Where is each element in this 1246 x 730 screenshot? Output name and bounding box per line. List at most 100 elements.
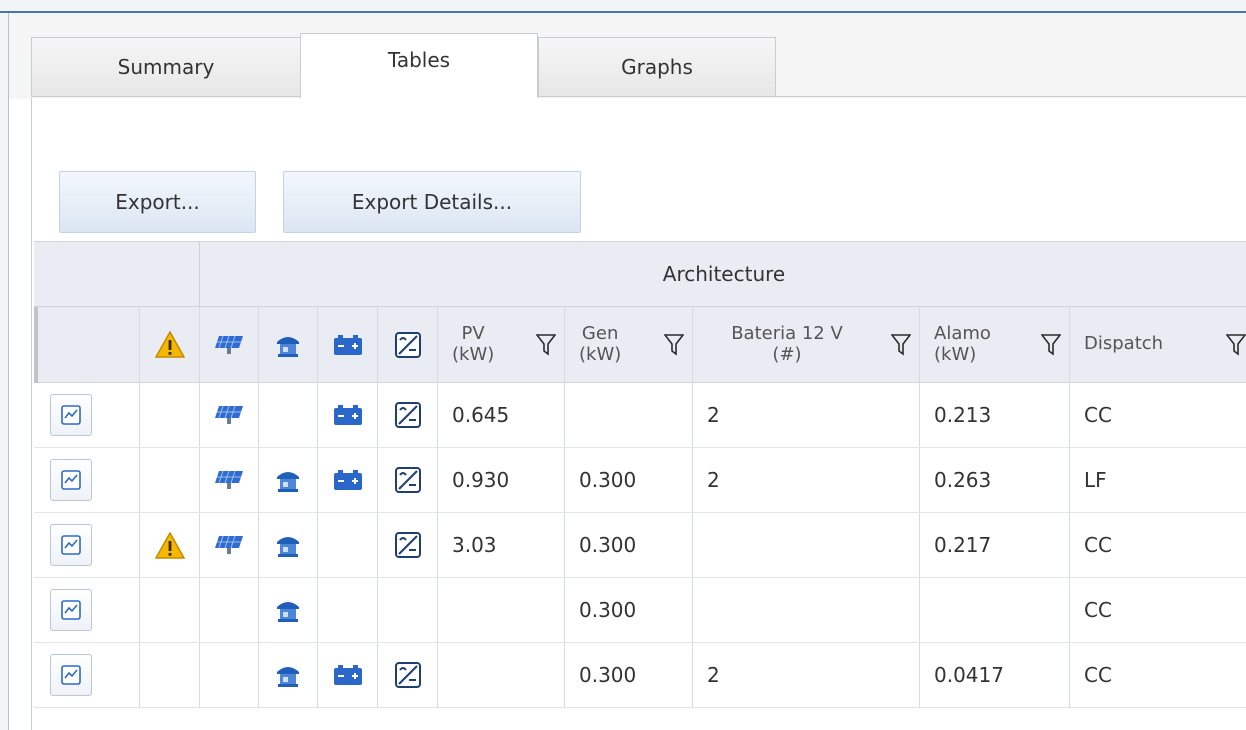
cell-alamo: 0.213	[920, 383, 1070, 447]
tab-strip: Summary Tables Graphs	[9, 13, 1246, 99]
cell-gen-kw: 0.300	[565, 578, 693, 642]
cell-alamo: 0.0417	[920, 643, 1070, 707]
cell-gen-kw	[565, 383, 693, 447]
filter-icon[interactable]	[891, 333, 911, 357]
row-plot-cell	[34, 513, 140, 577]
cell-bateria	[693, 513, 920, 577]
chart-icon	[61, 405, 81, 425]
header-converter-icon	[378, 307, 438, 382]
converter-icon	[394, 402, 421, 428]
table-row[interactable]: 0.300 CC	[34, 578, 1246, 643]
table-row[interactable]: 0.930 0.300 2 0.263 LF	[34, 448, 1246, 513]
cell-pv	[200, 578, 259, 642]
header-pv-kw[interactable]: PV (kW)	[438, 307, 565, 382]
cell-pv-kw: 3.03	[438, 513, 565, 577]
filter-icon[interactable]	[536, 333, 556, 357]
battery-icon	[333, 405, 362, 425]
warning-icon	[154, 531, 185, 559]
tab-graphs[interactable]: Graphs	[538, 37, 776, 96]
table-row[interactable]: 3.03 0.300 0.217 CC	[34, 513, 1246, 578]
header-dispatch[interactable]: Dispatch	[1070, 307, 1246, 382]
row-plot-cell	[34, 383, 140, 447]
cell-battery	[318, 513, 378, 577]
cell-battery	[318, 578, 378, 642]
view-chart-button[interactable]	[50, 654, 92, 696]
view-chart-button[interactable]	[50, 459, 92, 501]
table-row[interactable]: 0.645 2 0.213 CC	[34, 383, 1246, 448]
solar-panel-icon	[215, 535, 243, 554]
solar-panel-icon	[215, 470, 243, 489]
cell-converter	[378, 578, 438, 642]
header-alamo[interactable]: Alamo (kW)	[920, 307, 1070, 382]
generator-icon	[277, 602, 299, 622]
cell-gen	[259, 578, 318, 642]
solar-panel-icon	[215, 335, 243, 354]
converter-icon	[394, 331, 421, 358]
cell-dispatch: CC	[1084, 533, 1112, 557]
cell-gen	[259, 448, 318, 512]
view-chart-button[interactable]	[50, 589, 92, 631]
cell-gen	[259, 383, 318, 447]
cell-converter	[378, 383, 438, 447]
export-details-button[interactable]: Export Details...	[283, 171, 581, 233]
view-chart-button[interactable]	[50, 394, 92, 436]
cell-gen-kw: 0.300	[565, 448, 693, 512]
cell-battery	[318, 383, 378, 447]
cell-pv	[200, 383, 259, 447]
cell-warning	[140, 578, 200, 642]
results-panel: Summary Tables Graphs Export... Export D…	[8, 13, 1246, 730]
cell-warning	[140, 513, 200, 577]
generator-icon	[277, 667, 299, 687]
cell-dispatch: LF	[1084, 468, 1107, 492]
cell-alamo: 0.263	[920, 448, 1070, 512]
tab-tables[interactable]: Tables	[300, 33, 538, 98]
table-row[interactable]: 0.300 2 0.0417 CC	[34, 643, 1246, 708]
cell-battery	[318, 643, 378, 707]
generator-icon	[277, 336, 299, 357]
view-chart-button[interactable]	[50, 524, 92, 566]
battery-icon	[333, 334, 362, 355]
cell-pv	[200, 513, 259, 577]
cell-pv-kw	[438, 578, 565, 642]
cell-gen	[259, 643, 318, 707]
cell-bateria	[693, 578, 920, 642]
cell-bateria: 2	[693, 643, 920, 707]
generator-icon	[277, 537, 299, 557]
cell-converter	[378, 513, 438, 577]
cell-bateria: 2	[693, 448, 920, 512]
battery-icon	[333, 470, 362, 490]
header-pv-icon	[200, 307, 259, 382]
cell-dispatch: CC	[1084, 403, 1112, 427]
filter-icon[interactable]	[1226, 333, 1246, 357]
header-gen-icon	[259, 307, 318, 382]
cell-gen	[259, 513, 318, 577]
chart-icon	[61, 665, 81, 685]
cell-converter	[378, 643, 438, 707]
battery-icon	[333, 665, 362, 685]
chart-icon	[61, 600, 81, 620]
export-button[interactable]: Export...	[59, 171, 256, 233]
cell-gen-kw: 0.300	[565, 643, 693, 707]
filter-icon[interactable]	[664, 333, 684, 357]
cell-battery	[318, 448, 378, 512]
group-header-row: Architecture	[34, 241, 1246, 308]
cell-bateria: 2	[693, 383, 920, 447]
cell-pv	[200, 643, 259, 707]
filter-icon[interactable]	[1041, 333, 1061, 357]
architecture-header: Architecture	[662, 262, 786, 286]
header-warning	[140, 307, 200, 382]
cell-gen-kw: 0.300	[565, 513, 693, 577]
cell-dispatch: CC	[1084, 663, 1112, 687]
header-plot-column	[34, 307, 140, 382]
header-battery-icon	[318, 307, 378, 382]
solar-panel-icon	[215, 405, 243, 424]
cell-pv-kw: 0.930	[438, 448, 565, 512]
tab-summary[interactable]: Summary	[31, 37, 301, 96]
chart-icon	[61, 535, 81, 555]
cell-converter	[378, 448, 438, 512]
column-header-row: PV (kW) Gen (kW) Bateria 12 V (#) Alamo (kW)…	[34, 307, 1246, 383]
header-bateria[interactable]: Bateria 12 V (#)	[693, 307, 920, 382]
cell-pv-kw: 0.645	[438, 383, 565, 447]
header-gen-kw[interactable]: Gen (kW)	[565, 307, 693, 382]
results-table: Architecture PV (kW) Gen (kW) Bateria 12…	[34, 241, 1246, 730]
